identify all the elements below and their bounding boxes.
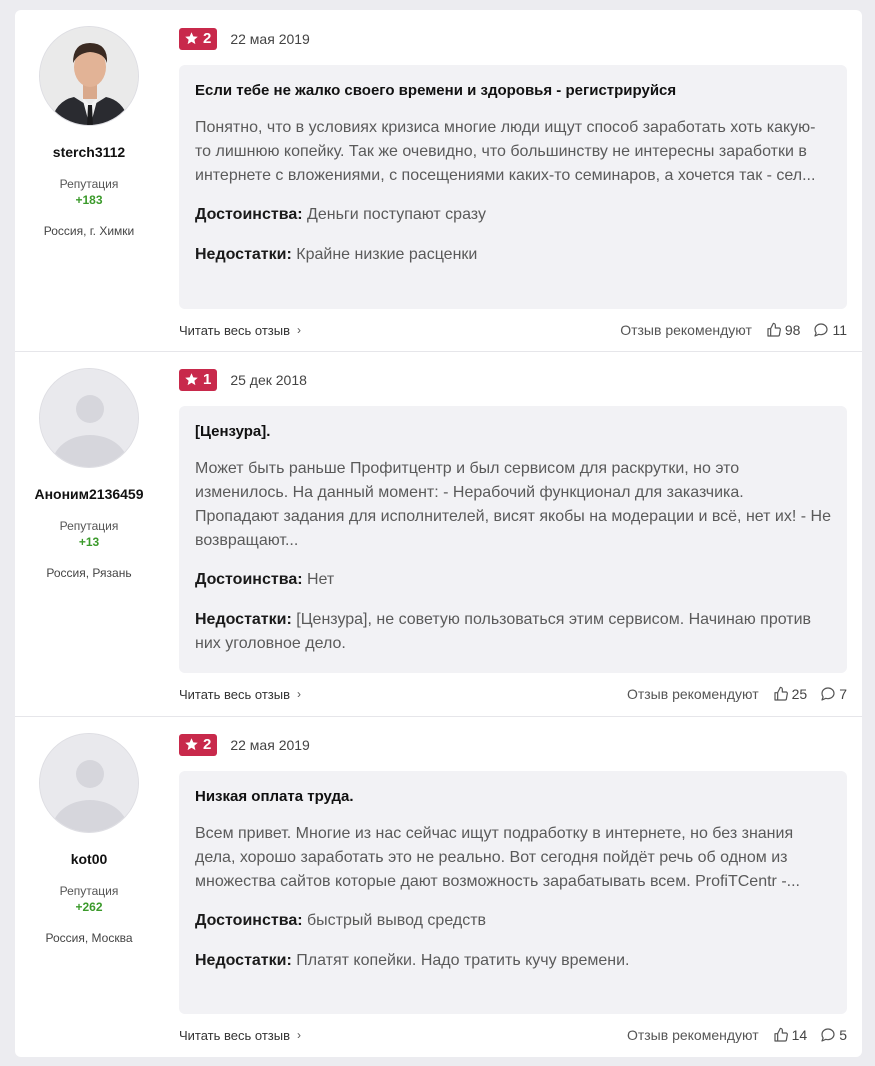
chevron-right-icon: › <box>297 1028 302 1042</box>
reputation-label: Репутация <box>59 884 119 898</box>
review-title[interactable]: Если тебе не жалко своего времени и здор… <box>195 81 831 101</box>
review-body: [Цензура]. Может быть раньше Профитцентр… <box>179 406 847 673</box>
review-cons: Недостатки: Платят копейки. Надо тратить… <box>195 949 831 973</box>
cons-label: Недостатки: <box>195 952 292 969</box>
review-author: Аноним2136459 Репутация +13 Россия, Ряза… <box>34 368 144 580</box>
default-user-icon <box>40 369 138 467</box>
rating-value: 1 <box>203 371 212 388</box>
thumbs-up-icon <box>774 1027 788 1042</box>
cons-text: Крайне низкие расценки <box>296 246 478 263</box>
read-more-link[interactable]: Читать весь отзыв › <box>179 1028 301 1043</box>
username[interactable]: sterch3112 <box>9 144 169 160</box>
avatar[interactable] <box>39 368 139 468</box>
user-location: Россия, г. Химки <box>43 224 135 238</box>
comment-icon <box>821 1028 835 1042</box>
review-text: Понятно, что в условиях кризиса многие л… <box>195 119 816 184</box>
read-more-label: Читать весь отзыв <box>179 1027 291 1043</box>
thumbs-up-icon <box>767 322 781 337</box>
comment-count: 11 <box>832 322 847 338</box>
comments-button[interactable]: 7 <box>820 686 847 702</box>
review-title[interactable]: [Цензура]. <box>195 422 831 442</box>
review-content: 2 22 мая 2019 Если тебе не жалко своего … <box>179 27 847 341</box>
username[interactable]: kot00 <box>9 851 169 867</box>
star-icon <box>185 373 198 386</box>
pros-label: Достоинства: <box>195 571 303 588</box>
review-author: sterch3112 Репутация +183 Россия, г. Хим… <box>39 26 139 238</box>
reputation-label: Репутация <box>59 519 119 533</box>
reputation-value: +13 <box>78 535 100 549</box>
like-count: 98 <box>784 322 801 338</box>
review-author: kot00 Репутация +262 Россия, Москва <box>39 733 139 945</box>
user-photo-icon <box>40 27 138 125</box>
comments-button[interactable]: 11 <box>813 322 847 338</box>
user-location: Россия, Рязань <box>46 566 132 580</box>
user-location: Россия, Москва <box>45 931 133 945</box>
recommend-label: Отзыв рекомендуют <box>626 1027 759 1043</box>
avatar[interactable] <box>39 26 139 126</box>
pros-text: быстрый вывод средств <box>307 912 487 929</box>
like-button[interactable]: 14 <box>773 1027 808 1043</box>
review-date: 22 мая 2019 <box>230 30 310 47</box>
pros-text: Деньги поступают сразу <box>307 206 486 223</box>
like-count: 25 <box>791 686 808 702</box>
review-pros: Достоинства: быстрый вывод средств <box>195 909 831 933</box>
comments-button[interactable]: 5 <box>820 1027 847 1043</box>
review-text: Всем привет. Многие из нас сейчас ищут п… <box>195 825 800 890</box>
pros-label: Достоинства: <box>195 206 303 223</box>
reputation-value: +262 <box>75 900 103 914</box>
pros-text: Нет <box>307 571 335 588</box>
review-date: 25 дек 2018 <box>230 371 307 388</box>
like-button[interactable]: 25 <box>773 686 808 702</box>
comment-count: 7 <box>839 686 847 702</box>
read-more-link[interactable]: Читать весь отзыв › <box>179 687 301 702</box>
read-more-label: Читать весь отзыв <box>179 686 291 702</box>
read-more-link[interactable]: Читать весь отзыв › <box>179 323 301 338</box>
rating-badge: 2 <box>179 27 218 50</box>
review-cons: Недостатки: [Цензура], не советую пользо… <box>195 608 831 656</box>
like-button[interactable]: 98 <box>766 322 801 338</box>
reputation-label: Репутация <box>59 177 119 191</box>
star-icon <box>185 738 198 751</box>
review-title[interactable]: Низкая оплата труда. <box>195 787 831 807</box>
review-body: Если тебе не жалко своего времени и здор… <box>179 65 847 309</box>
recommend-label: Отзыв рекомендуют <box>626 686 759 702</box>
chevron-right-icon: › <box>297 687 302 701</box>
star-icon <box>185 32 198 45</box>
thumbs-up-icon <box>774 686 788 701</box>
review-content: 1 25 дек 2018 [Цензура]. Может быть рань… <box>179 368 847 705</box>
comment-icon <box>814 323 829 337</box>
chevron-right-icon: › <box>297 323 302 337</box>
review-content: 2 22 мая 2019 Низкая оплата труда. Всем … <box>179 733 847 1046</box>
reputation-value: +183 <box>75 193 103 207</box>
review-text: Может быть раньше Профитцентр и был серв… <box>195 460 831 549</box>
default-user-icon <box>40 734 138 832</box>
cons-label: Недостатки: <box>195 611 292 628</box>
review-cons: Недостатки: Крайне низкие расценки <box>195 243 831 267</box>
like-count: 14 <box>791 1027 808 1043</box>
read-more-label: Читать весь отзыв <box>179 322 291 338</box>
recommend-label: Отзыв рекомендуют <box>620 322 752 338</box>
cons-label: Недостатки: <box>195 246 292 263</box>
pros-label: Достоинства: <box>195 912 303 929</box>
rating-badge: 1 <box>179 368 218 391</box>
review-pros: Достоинства: Нет <box>195 568 831 592</box>
review-pros: Достоинства: Деньги поступают сразу <box>195 203 831 227</box>
comment-icon <box>821 687 835 701</box>
rating-value: 2 <box>203 736 212 753</box>
rating-value: 2 <box>203 30 212 47</box>
comment-count: 5 <box>839 1027 847 1043</box>
review-body: Низкая оплата труда. Всем привет. Многие… <box>179 771 847 1014</box>
rating-badge: 2 <box>179 733 218 756</box>
avatar[interactable] <box>39 733 139 833</box>
review-date: 22 мая 2019 <box>230 736 310 753</box>
cons-text: Платят копейки. Надо тратить кучу времен… <box>296 952 630 969</box>
username[interactable]: Аноним2136459 <box>9 486 169 502</box>
